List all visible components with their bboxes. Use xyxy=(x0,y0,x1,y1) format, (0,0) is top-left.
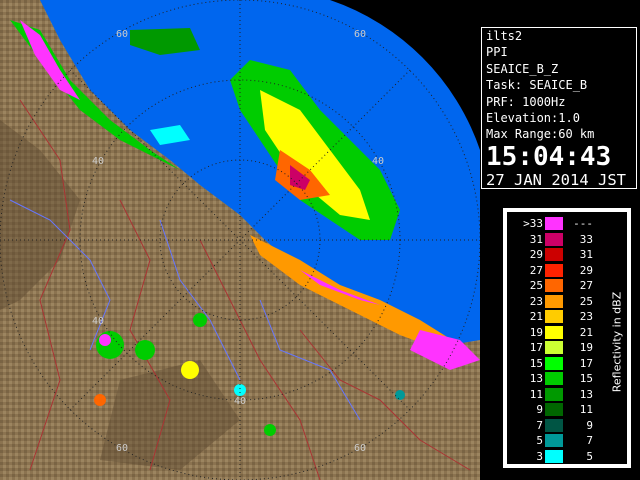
legend-lower-label: 21 xyxy=(529,310,543,323)
legend-upper-label: 25 xyxy=(579,294,593,308)
legend-lower-label: 15 xyxy=(529,356,543,370)
legend-upper-label: 27 xyxy=(579,279,593,292)
legend-row: 17 19 xyxy=(507,340,603,355)
legend-upper-label: 19 xyxy=(579,341,593,354)
legend-lower-label: 31 xyxy=(529,232,543,246)
legend-swatch xyxy=(545,325,563,339)
legend-lower-label: 9 xyxy=(536,403,543,416)
product-name: SEAICE_B_Z xyxy=(486,61,559,76)
legend-upper-label: 11 xyxy=(579,403,593,416)
legend-row: 21 23 xyxy=(507,309,603,324)
legend-lower-label: 23 xyxy=(529,294,543,308)
ring-label: 60 xyxy=(116,29,128,40)
legend-upper-label: 29 xyxy=(579,263,593,277)
ring-label: 40 xyxy=(372,156,384,167)
legend-swatch xyxy=(545,217,563,230)
elevation-value: Elevation:1.0 xyxy=(486,111,580,126)
ring-label: 60 xyxy=(354,29,366,40)
legend-row: 57 xyxy=(507,433,603,448)
reflectivity-legend: >33 --- 31 33 29 31 27 29 25 27 23 25 21 23 19 21 17 19 15… xyxy=(503,208,631,468)
legend-row: 13 15 xyxy=(507,371,603,386)
legend-row: 29 31 xyxy=(507,247,603,262)
legend-row: 27 29 xyxy=(507,263,603,278)
legend-swatch xyxy=(545,418,563,432)
legend-swatch xyxy=(545,403,563,416)
legend-upper-label: 17 xyxy=(579,356,593,370)
legend-swatch xyxy=(545,387,563,401)
legend-swatch xyxy=(545,310,563,323)
product-type: PPI xyxy=(486,45,508,60)
legend-lower-label: 19 xyxy=(529,325,543,339)
legend-row: 19 21 xyxy=(507,325,603,340)
legend-swatch xyxy=(545,372,563,385)
legend-swatch xyxy=(545,434,563,447)
ring-label: 40 xyxy=(92,156,104,167)
legend-swatch xyxy=(545,449,563,463)
legend-lower-label: 29 xyxy=(529,248,543,261)
ring-label: 40 xyxy=(234,396,246,407)
legend-row: >33 --- xyxy=(507,216,603,231)
legend-lower-label: 3 xyxy=(536,449,543,463)
legend-swatch xyxy=(545,341,563,354)
legend-row: 23 25 xyxy=(507,294,603,309)
legend-upper-label: 9 xyxy=(586,418,593,432)
radar-info-panel: ilts2 PPI SEAICE_B_Z Task: SEAICE_B PRF:… xyxy=(481,27,637,189)
legend-upper-label: 13 xyxy=(579,387,593,401)
legend-lower-label: 7 xyxy=(536,418,543,432)
legend-upper-label: --- xyxy=(573,217,593,230)
legend-lower-label: 5 xyxy=(536,434,543,447)
legend-lower-label: >33 xyxy=(523,217,543,230)
legend-row: 11 13 xyxy=(507,387,603,402)
legend-upper-label: 7 xyxy=(586,434,593,447)
legend-swatch xyxy=(545,279,563,292)
legend-swatch xyxy=(545,232,563,246)
legend-row: 25 27 xyxy=(507,278,603,293)
max-range-value: Max Range:60 km xyxy=(486,127,595,142)
legend-lower-label: 17 xyxy=(529,341,543,354)
scan-time: 15:04:43 xyxy=(486,141,612,172)
legend-row: 79 xyxy=(507,418,603,433)
legend-lower-label: 11 xyxy=(529,387,543,401)
legend-upper-label: 21 xyxy=(579,325,593,339)
legend-swatch xyxy=(545,294,563,308)
ring-label: 60 xyxy=(354,443,366,454)
legend-swatch xyxy=(545,248,563,261)
ring-label: 60 xyxy=(116,443,128,454)
legend-upper-label: 31 xyxy=(579,248,593,261)
legend-title-container: Reflectivity in dBZ xyxy=(609,262,625,422)
legend-upper-label: 15 xyxy=(579,372,593,385)
legend-upper-label: 23 xyxy=(579,310,593,323)
legend-row: 15 17 xyxy=(507,356,603,371)
legend-upper-label: 33 xyxy=(579,232,593,246)
task-name: Task: SEAICE_B xyxy=(486,78,588,93)
legend-row: 31 33 xyxy=(507,232,603,247)
prf-value: PRF: 1000Hz xyxy=(486,94,566,109)
radar-ppi-map: 40 40 40 40 60 60 60 60 xyxy=(0,0,480,480)
legend-title: Reflectivity in dBZ xyxy=(610,291,624,393)
ring-label: 40 xyxy=(92,316,104,327)
scan-date: 27 JAN 2014 JST xyxy=(486,170,626,189)
legend-lower-label: 27 xyxy=(529,263,543,277)
legend-lower-label: 13 xyxy=(529,372,543,385)
legend-row: 9 11 xyxy=(507,402,603,417)
legend-swatch xyxy=(545,356,563,370)
legend-row: 35 xyxy=(507,449,603,464)
legend-upper-label: 5 xyxy=(586,449,593,463)
site-name: ilts2 xyxy=(486,29,523,43)
legend-swatch xyxy=(545,263,563,277)
legend-lower-label: 25 xyxy=(529,279,543,292)
